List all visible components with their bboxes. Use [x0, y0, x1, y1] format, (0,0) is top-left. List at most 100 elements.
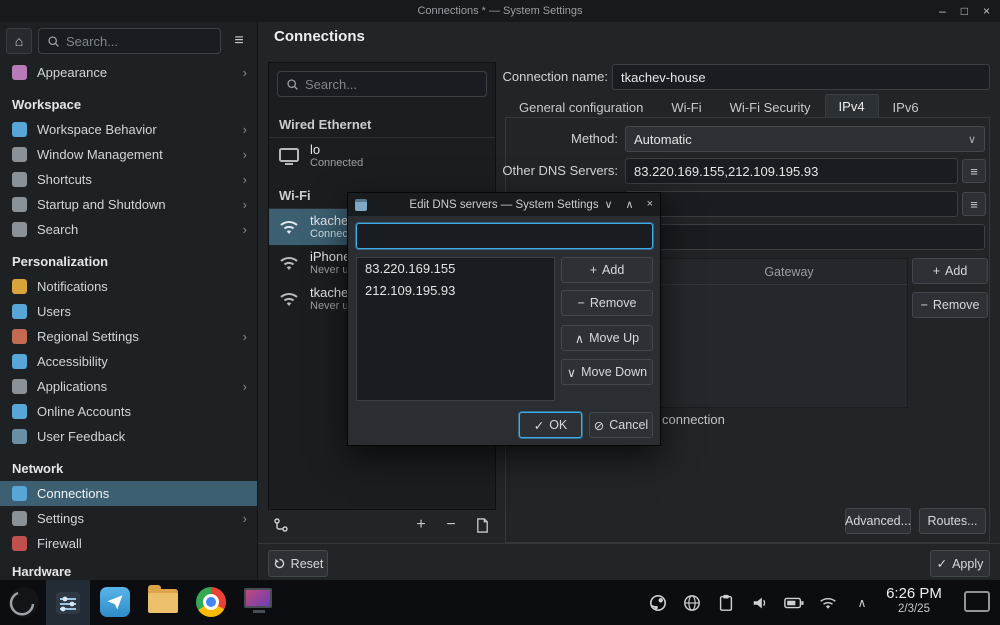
dns-list-item[interactable]: 212.109.195.93	[357, 280, 554, 302]
reset-button[interactable]: Reset	[268, 550, 328, 577]
dialog-move-up-button[interactable]: ∧ Move Up	[561, 325, 653, 351]
tray-expander-chevron-up-icon[interactable]: ∧	[852, 593, 872, 613]
dialog-cancel-button[interactable]: ⊘ Cancel	[589, 412, 653, 438]
window-titlebar[interactable]: Connections * — System Settings – □ ×	[0, 0, 1000, 22]
sidebar-item-search[interactable]: Search ›	[0, 217, 257, 242]
sidebar-item-label: Connections	[37, 486, 110, 501]
search-domains-field[interactable]	[625, 191, 958, 217]
advanced-button[interactable]: Advanced...	[845, 508, 911, 534]
sidebar-item-firewall[interactable]: Firewall	[0, 531, 257, 556]
edit-dns-servers-button[interactable]: ≡	[962, 159, 986, 183]
tab-wifi-security[interactable]: Wi-Fi Security	[716, 95, 825, 118]
sidebar-search-input[interactable]	[66, 33, 212, 49]
method-combobox[interactable]: Automatic ∨	[625, 126, 985, 152]
battery-icon[interactable]	[784, 593, 804, 613]
volume-icon[interactable]	[750, 593, 770, 613]
sidebar-item-workspace-behavior[interactable]: Workspace Behavior ›	[0, 117, 257, 142]
system-settings-task[interactable]	[46, 580, 90, 625]
chevron-down-icon: ∨	[967, 133, 976, 146]
sidebar-item-label: Workspace Behavior	[37, 122, 157, 137]
sidebar-item-window-management[interactable]: Window Management ›	[0, 142, 257, 167]
tab-ipv6[interactable]: IPv6	[879, 95, 933, 118]
clipboard-icon[interactable]	[716, 593, 736, 613]
connections-icon	[12, 486, 27, 501]
sidebar-item-online-accounts[interactable]: Online Accounts	[0, 399, 257, 424]
dns-list-item[interactable]: 83.220.169.155	[357, 258, 554, 280]
sidebar-item-applications[interactable]: Applications ›	[0, 374, 257, 399]
steam-icon[interactable]	[648, 593, 668, 613]
show-desktop-button[interactable]	[964, 591, 990, 612]
sidebar-item-startup-and-shutdown[interactable]: Startup and Shutdown ›	[0, 192, 257, 217]
wifi-tray-icon[interactable]	[818, 593, 838, 613]
globe-icon[interactable]	[682, 593, 702, 613]
sidebar-toolbar: ⌂ ≡	[0, 22, 257, 60]
routes-button[interactable]: Routes...	[919, 508, 986, 534]
launcher-icon[interactable]	[8, 586, 40, 618]
sidebar-item-appearance[interactable]: Appearance ›	[0, 60, 257, 85]
chrome-icon[interactable]	[196, 587, 226, 617]
tab-general-configuration[interactable]: General configuration	[505, 95, 657, 118]
screen-app-icon[interactable]	[244, 588, 274, 616]
dns-servers-input[interactable]	[626, 163, 957, 179]
hamburger-menu-icon[interactable]: ≡	[227, 32, 251, 50]
sidebar-item-label: Startup and Shutdown	[37, 197, 166, 212]
minimize-icon[interactable]: –	[939, 0, 946, 22]
sidebar-item-label: Applications	[37, 379, 108, 394]
dns-entry-field[interactable]	[356, 223, 653, 249]
search-icon	[287, 78, 298, 90]
dialog-titlebar[interactable]: Edit DNS servers — System Settings ∨ ∧ ×	[348, 193, 660, 216]
chevron-up-icon: ∧	[574, 331, 585, 346]
sidebar-item-accessibility[interactable]: Accessibility	[0, 349, 257, 374]
add-connection-button[interactable]: +	[410, 514, 432, 536]
chevron-up-icon[interactable]: ∧	[626, 198, 634, 211]
connection-name: lo	[310, 142, 321, 157]
dialog-ok-button[interactable]: ✓ OK	[519, 412, 582, 438]
chevron-down-icon[interactable]: ∨	[604, 198, 612, 211]
export-connection-button[interactable]	[471, 514, 493, 536]
sidebar-item-label: Notifications	[37, 279, 108, 294]
remove-address-button[interactable]: − Remove	[912, 292, 988, 318]
close-icon[interactable]: ×	[647, 198, 653, 211]
dialog-app-icon	[355, 198, 367, 211]
dns-server-list[interactable]: 83.220.169.155 212.109.195.93	[356, 257, 555, 401]
search-domains-input[interactable]	[626, 196, 957, 212]
dialog-move-down-label: Move Down	[581, 365, 648, 379]
close-icon[interactable]: ×	[983, 0, 990, 22]
configure-connection-button[interactable]	[270, 514, 292, 536]
add-address-button[interactable]: + Add	[912, 258, 988, 284]
sidebar-item-regional-settings[interactable]: Regional Settings ›	[0, 324, 257, 349]
maximize-icon[interactable]: □	[961, 0, 968, 22]
appearance-icon	[12, 65, 27, 80]
wired-connection-icon	[279, 148, 299, 165]
connection-name-field[interactable]	[612, 64, 990, 90]
apply-button[interactable]: ✓ Apply	[930, 550, 990, 577]
dns-entry-input[interactable]	[357, 224, 652, 248]
sidebar-section-network: Network	[12, 461, 64, 476]
connection-name-label: Connection name:	[502, 69, 608, 84]
sidebar-item-network-settings[interactable]: Settings ›	[0, 506, 257, 531]
tab-wifi[interactable]: Wi-Fi	[657, 95, 715, 118]
sidebar-search[interactable]	[38, 28, 221, 54]
messenger-app-icon[interactable]	[100, 587, 130, 617]
sidebar-item-users[interactable]: Users	[0, 299, 257, 324]
home-button[interactable]: ⌂	[6, 28, 32, 54]
home-icon: ⌂	[14, 33, 24, 49]
dns-servers-field[interactable]	[625, 158, 958, 184]
dhcp-client-id-field[interactable]	[625, 224, 985, 250]
remove-connection-button[interactable]: −	[440, 514, 462, 536]
tab-ipv4[interactable]: IPv4	[824, 94, 879, 118]
settings-sidebar: ⌂ ≡ Appearance › Workspace Workspace Beh…	[0, 22, 258, 580]
dialog-move-down-button[interactable]: ∨ Move Down	[561, 359, 653, 385]
dialog-add-button[interactable]: + Add	[561, 257, 653, 283]
sidebar-item-user-feedback[interactable]: User Feedback	[0, 424, 257, 449]
clock-widget[interactable]: 6:26 PM 2/3/25	[878, 585, 950, 615]
connection-name-input[interactable]	[613, 69, 989, 85]
edit-search-domains-button[interactable]: ≡	[962, 192, 986, 216]
sidebar-item-shortcuts[interactable]: Shortcuts ›	[0, 167, 257, 192]
sidebar-item-connections[interactable]: Connections	[0, 481, 257, 506]
sidebar-item-label: Accessibility	[37, 354, 108, 369]
file-manager-icon[interactable]	[148, 585, 178, 613]
sidebar-item-notifications[interactable]: Notifications	[0, 274, 257, 299]
dialog-remove-button[interactable]: − Remove	[561, 290, 653, 316]
dhcp-client-id-input[interactable]	[626, 229, 984, 245]
